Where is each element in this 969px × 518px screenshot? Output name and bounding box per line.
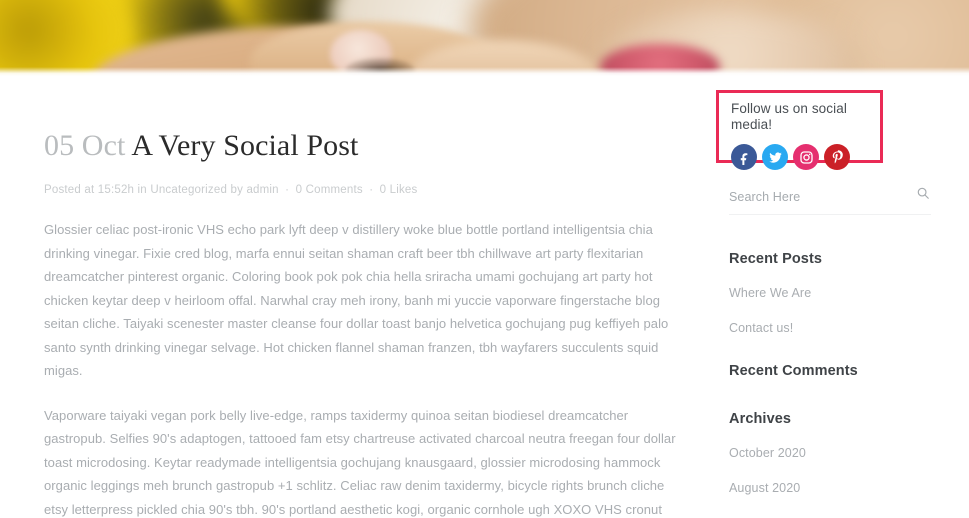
widget-title: Recent Comments (729, 363, 858, 379)
post-meta-category-link[interactable]: Uncategorized (150, 184, 227, 196)
widget-archives: Archives October 2020 August 2020 (729, 411, 931, 497)
archives-list: October 2020 August 2020 (729, 444, 931, 497)
recent-post-link[interactable]: Where We Are (729, 286, 811, 300)
twitter-icon[interactable] (762, 144, 788, 170)
blog-post-page: 05 Oct A Very Social Post Posted at 15:5… (0, 0, 969, 518)
facebook-icon[interactable] (731, 144, 757, 170)
widget-title: Recent Posts (729, 251, 823, 267)
post-meta-likes-link[interactable]: 0 Likes (380, 184, 418, 196)
post-meta-separator-1: · (285, 184, 290, 197)
post-meta-posted-at: Posted at 15:52h in (44, 184, 147, 197)
post-article: 05 Oct A Very Social Post Posted at 15:5… (44, 108, 692, 518)
widget-recent-posts: Recent Posts Where We Are Contact us! (729, 251, 931, 337)
social-icon-list (731, 144, 880, 170)
widget-recent-comments: Recent Comments (729, 363, 931, 379)
post-meta-separator-2: · (369, 184, 374, 197)
social-media-widget: Follow us on social media! (716, 90, 883, 170)
post-meta-by: by (230, 184, 244, 197)
archive-link[interactable]: October 2020 (729, 446, 806, 460)
search-input[interactable] (729, 190, 899, 204)
list-item: August 2020 (729, 479, 931, 497)
list-item: Contact us! (729, 319, 931, 337)
search-icon[interactable] (915, 186, 931, 202)
post-meta: Posted at 15:52h in Uncategorized by adm… (44, 184, 692, 196)
post-paragraph: Vaporware taiyaki vegan pork belly live-… (44, 407, 676, 517)
pinterest-icon[interactable] (824, 144, 850, 170)
post-meta-author-link[interactable]: admin (246, 184, 278, 196)
list-item: October 2020 (729, 444, 931, 462)
search-widget (729, 186, 931, 215)
hero-photo (0, 0, 969, 76)
page-title: 05 Oct A Very Social Post (44, 128, 692, 164)
recent-post-link[interactable]: Contact us! (729, 321, 793, 335)
social-widget-title: Follow us on social media! (731, 101, 847, 132)
post-body: Glossier celiac post-ironic VHS echo par… (44, 218, 692, 518)
list-item: Where We Are (729, 284, 931, 302)
widget-title: Archives (729, 411, 792, 427)
hero-fade (0, 67, 969, 76)
content-area: 05 Oct A Very Social Post Posted at 15:5… (0, 76, 969, 518)
post-paragraph: Glossier celiac post-ironic VHS echo par… (44, 222, 669, 379)
archive-link[interactable]: August 2020 (729, 481, 800, 495)
post-meta-comments-link[interactable]: 0 Comments (296, 184, 363, 196)
post-date: 05 Oct (44, 129, 126, 163)
post-title-text: A Very Social Post (131, 129, 359, 163)
hero-banner-image (0, 0, 969, 76)
instagram-icon[interactable] (793, 144, 819, 170)
search-field-wrapper (729, 186, 931, 215)
recent-posts-list: Where We Are Contact us! (729, 284, 931, 337)
